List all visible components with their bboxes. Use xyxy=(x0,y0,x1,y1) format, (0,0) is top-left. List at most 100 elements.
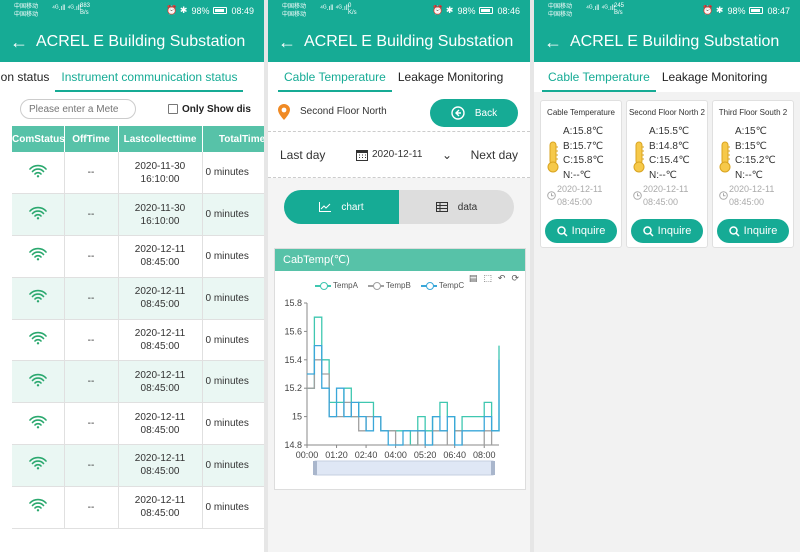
table-row[interactable]: -- 2020-12-11 08:45:00 0 minutes xyxy=(12,444,264,487)
checkbox[interactable] xyxy=(168,104,178,114)
totaltime-cell: 0 minutes xyxy=(202,444,264,487)
table-row[interactable]: -- 2020-12-11 08:45:00 0 minutes xyxy=(12,486,264,529)
lastcollect-date: 2020-12-11 xyxy=(134,411,186,423)
offtime-cell: -- xyxy=(64,486,119,529)
inquire-button[interactable]: Inquire xyxy=(717,219,789,243)
table-row[interactable]: -- 2020-11-30 16:10:00 0 minutes xyxy=(12,152,264,195)
inquire-button[interactable]: Inquire xyxy=(545,219,617,243)
table-row[interactable]: -- 2020-12-11 08:45:00 0 minutes xyxy=(12,235,264,278)
chart-view-label: chart xyxy=(341,201,364,213)
totaltime-cell: 0 minutes xyxy=(202,235,264,278)
inquire-button[interactable]: Inquire xyxy=(631,219,703,243)
lastcollect-time: 08:45:00 xyxy=(140,508,180,520)
lastcollect-date: 2020-12-11 xyxy=(134,244,186,256)
table-icon xyxy=(435,202,448,212)
back-button[interactable]: Back xyxy=(430,99,518,127)
net-rate: 883 xyxy=(80,3,91,9)
totaltime-cell: 0 minutes xyxy=(202,402,264,446)
table-row[interactable]: -- 2020-12-11 08:45:00 0 minutes xyxy=(12,277,264,320)
clock-icon xyxy=(719,191,728,200)
back-arrow-icon[interactable]: ← xyxy=(278,32,300,53)
location-pin-icon xyxy=(278,103,290,120)
communication-status-screen: 中国移动 中国移动 ⁴ᴳ.ıll ⁴ᴳ.ıll 883 B/s ⏰ ✱ 98% 08:4… xyxy=(0,0,264,552)
search-icon xyxy=(728,225,740,237)
comstatus-cell xyxy=(12,235,65,278)
wifi-signal-icon xyxy=(28,164,47,178)
next-day-button[interactable]: Next day xyxy=(471,148,518,162)
tab-bar: Cable Temperature Leakage Monitoring xyxy=(268,62,530,92)
offtime-cell: -- xyxy=(64,360,119,404)
chart-title: CabTemp(℃) xyxy=(275,249,525,271)
app-bar: ← ACREL E Building Substation xyxy=(534,22,800,62)
col-totaltime: TotalTime xyxy=(202,126,264,152)
card-time: 08:45:00 xyxy=(557,197,593,207)
card-date: 2020-12-11 xyxy=(729,184,775,194)
table-row[interactable]: -- 2020-12-11 08:45:00 0 minutes xyxy=(12,360,264,404)
sensor-card: Third Floor South 2 A:15℃ B:15℃ C:15.2℃ N:--… xyxy=(712,100,794,248)
comstatus-cell xyxy=(12,152,65,195)
lastcollect-cell: 2020-12-11 08:45:00 xyxy=(118,360,203,404)
table-row[interactable]: -- 2020-12-11 08:45:00 0 minutes xyxy=(12,402,264,446)
tab-connection-status[interactable]: ition status xyxy=(0,70,55,92)
phase-a-temp: A:15℃ xyxy=(735,126,767,137)
datazoom-handle-left xyxy=(313,461,317,475)
net-rate: 0 xyxy=(348,3,352,9)
wifi-signal-icon xyxy=(28,290,47,303)
comstatus-cell xyxy=(12,277,65,320)
only-show-label: Only Show dis xyxy=(182,103,251,115)
inquire-label: Inquire xyxy=(571,225,606,237)
y-tick-label: 15 xyxy=(292,412,302,422)
lastcollect-date: 2020-12-11 xyxy=(134,453,186,465)
table-row[interactable]: -- 2020-11-30 16:10:00 0 minutes xyxy=(12,193,264,237)
chart-view-button[interactable]: chart xyxy=(284,190,399,224)
date-picker[interactable]: 2020-12-11 xyxy=(356,149,422,161)
tab-leakage-monitoring[interactable]: Leakage Monitoring xyxy=(656,70,773,92)
data-view-button[interactable]: data xyxy=(399,190,514,224)
neutral-temp: N:--℃ xyxy=(563,169,591,181)
table-row[interactable]: -- 2020-12-11 08:45:00 0 minutes xyxy=(12,319,264,362)
view-toggle: chart data xyxy=(284,190,514,224)
card-title: Cable Temperature xyxy=(547,108,615,117)
card-time: 08:45:00 xyxy=(643,197,679,207)
phase-c-temp: C:15.4℃ xyxy=(649,155,690,166)
tab-instrument-communication-status[interactable]: Instrument communication status xyxy=(55,70,244,92)
carrier-1: 中国移动 xyxy=(282,4,307,10)
tab-cable-temperature[interactable]: Cable Temperature xyxy=(278,70,392,92)
clock: 08:46 xyxy=(497,5,520,16)
cable-temperature-cards-screen: 中国移动 中国移动 ⁴ᴳ.ıll ⁴ᴳ.ıll 245 B/s ⏰ ✱ 98% 08:4… xyxy=(534,0,800,552)
thermometer-icon xyxy=(719,141,731,173)
comstatus-cell xyxy=(12,444,65,487)
app-bar: ← ACREL E Building Substation xyxy=(0,22,264,62)
lastcollect-cell: 2020-12-11 08:45:00 xyxy=(118,486,203,529)
totaltime-cell: 0 minutes xyxy=(202,277,264,320)
chevron-down-icon[interactable]: ⌄ xyxy=(442,148,452,162)
offtime-cell: -- xyxy=(64,319,119,362)
only-show-toggle[interactable]: Only Show dis xyxy=(168,104,251,115)
tab-bar: Cable Temperature Leakage Monitoring xyxy=(534,62,800,92)
clock: 08:49 xyxy=(231,5,254,16)
totaltime-cell: 0 minutes xyxy=(202,193,264,237)
tab-cable-temperature[interactable]: Cable Temperature xyxy=(542,70,656,92)
back-arrow-icon[interactable]: ← xyxy=(10,32,32,53)
lastcollect-time: 16:10:00 xyxy=(140,173,180,185)
lastcollect-time: 08:45:00 xyxy=(140,466,180,478)
lastcollect-date: 2020-12-11 xyxy=(134,369,186,381)
signal-icon: ⁴ᴳ.ıll ⁴ᴳ.ıll xyxy=(320,5,349,12)
y-tick-label: 15.6 xyxy=(284,326,302,336)
tab-leakage-monitoring[interactable]: Leakage Monitoring xyxy=(392,70,509,92)
last-day-button[interactable]: Last day xyxy=(280,148,325,162)
clock-icon xyxy=(633,191,642,200)
comstatus-cell xyxy=(12,360,65,404)
search-row: Only Show dis xyxy=(0,92,264,126)
cable-temperature-chart-screen: 中国移动 中国移动 ⁴ᴳ.ıll ⁴ᴳ.ıll 0 K/s ⏰ ✱ 98% 08:46 … xyxy=(268,0,530,552)
alarm-bluetooth-icon: ⏰ ✱ xyxy=(432,5,454,15)
meter-search-input[interactable] xyxy=(20,99,136,119)
communication-table: ComStatus OffTime Lastcollecttime TotalT… xyxy=(12,126,264,529)
back-arrow-icon[interactable]: ← xyxy=(544,32,566,53)
net-rate: 245 xyxy=(614,3,625,9)
status-bar: 中国移动 中国移动 ⁴ᴳ.ıll ⁴ᴳ.ıll 245 B/s ⏰ ✱ 98% 08:4… xyxy=(534,0,800,22)
wifi-signal-icon xyxy=(28,499,47,512)
phase-a-temp: A:15.8℃ xyxy=(563,126,604,137)
wifi-signal-icon xyxy=(28,206,47,220)
totaltime-cell: 0 minutes xyxy=(202,360,264,404)
